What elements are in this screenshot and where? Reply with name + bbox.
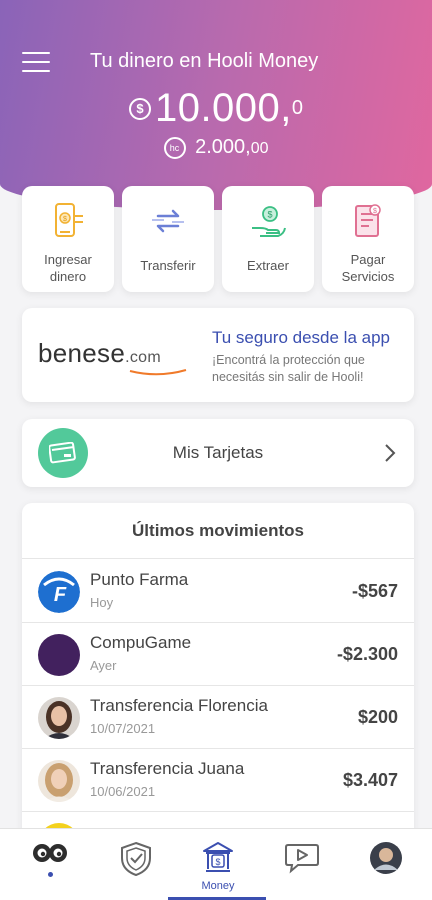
nav-video[interactable] (272, 829, 332, 900)
movement-row[interactable]: CompuGame Ayer -$2.300 (22, 623, 414, 686)
deposit-label: Ingresar dinero (44, 252, 92, 284)
movement-date: 10/06/2021 (90, 784, 156, 799)
nav-money[interactable]: $ Money (188, 829, 248, 900)
quick-actions: $ Ingresar dinero Transferir $ Extraer $ … (22, 186, 414, 292)
movements-title: Últimos movimientos (22, 503, 414, 559)
transfer-icon (152, 209, 184, 233)
pay-services-label: Pagar Servicios (341, 252, 395, 284)
hooli-coins-display: hc 2.000,00 (0, 136, 432, 159)
movement-row[interactable]: Transferencia Florencia 10/07/2021 $200 (22, 686, 414, 749)
withdraw-label: Extraer (247, 258, 289, 273)
balance-display: $10.000,0 (0, 86, 432, 131)
nav-profile[interactable] (356, 829, 416, 900)
movement-amount: $200 (357, 707, 398, 727)
recent-movements-panel: Últimos movimientos F Punto Farma Hoy -$… (22, 503, 414, 843)
movement-date: Ayer (90, 658, 117, 673)
hc-amount: 2.000, (195, 136, 251, 158)
deposit-money-button[interactable]: $ Ingresar dinero (22, 186, 114, 292)
movement-date: Hoy (90, 595, 114, 610)
chevron-right-icon (385, 444, 396, 462)
movement-name: Punto Farma (90, 570, 189, 589)
hamburger-menu-icon[interactable] (22, 52, 50, 74)
logo-swoosh-icon (129, 369, 187, 376)
movement-name: CompuGame (90, 633, 192, 652)
transfer-label: Transferir (140, 258, 196, 273)
promo-description: ¡Encontrá la protección que necesitás si… (212, 353, 365, 384)
juana-avatar (38, 760, 80, 802)
compugame-avatar (38, 634, 80, 676)
benese-logo: benese.com (38, 338, 161, 368)
hc-coin-icon: hc (163, 136, 186, 159)
nav-insurance[interactable] (106, 829, 166, 900)
bank-icon: $ (203, 842, 233, 872)
pay-services-button[interactable]: $ Pagar Servicios (322, 186, 414, 292)
movement-amount: $3.407 (342, 770, 398, 790)
svg-text:F: F (54, 584, 67, 606)
movement-name: Transferencia Florencia (90, 696, 268, 715)
nav-money-label: Money (201, 880, 235, 892)
deposit-icon: $ (55, 203, 83, 237)
balance-decimals: 0 (291, 97, 304, 119)
bottom-navigation: $ Money (0, 828, 432, 900)
peso-coin-icon: $ (128, 97, 151, 120)
header-banner: Tu dinero en Hooli Money $10.000,0 hc 2.… (0, 0, 432, 210)
benese-insurance-banner[interactable]: benese.com Tu seguro desde la app ¡Encon… (22, 308, 414, 402)
nav-home[interactable] (20, 829, 80, 900)
movement-name: Transferencia Juana (90, 759, 245, 778)
svg-text:$: $ (63, 216, 67, 223)
movement-row[interactable]: F Punto Farma Hoy -$567 (22, 560, 414, 623)
svg-text:$: $ (267, 210, 272, 220)
florencia-avatar (38, 697, 80, 739)
transfer-button[interactable]: Transferir (122, 186, 214, 292)
svg-text:$: $ (373, 208, 377, 215)
hc-decimals: 00 (250, 140, 269, 157)
my-cards-label: Mis Tarjetas (172, 443, 264, 462)
promo-title: Tu seguro desde la app (212, 328, 390, 347)
profile-avatar (370, 842, 402, 874)
movement-amount: -$2.300 (336, 644, 398, 664)
my-cards-button[interactable]: Mis Tarjetas (22, 419, 414, 487)
bill-icon: $ (355, 204, 381, 237)
movement-row[interactable]: Transferencia Juana 10/06/2021 $3.407 (22, 749, 414, 812)
movement-date: 10/07/2021 (90, 721, 156, 736)
hooli-eyes-icon (33, 844, 67, 862)
shield-icon (121, 841, 151, 877)
movement-amount: -$567 (351, 581, 398, 601)
balance-amount: 10.000, (154, 86, 292, 130)
withdraw-button[interactable]: $ Extraer (222, 186, 314, 292)
video-chat-icon (285, 844, 319, 874)
svg-text:$: $ (215, 857, 220, 867)
punto-farma-avatar: F (38, 571, 80, 613)
page-title: Tu dinero en Hooli Money (90, 50, 319, 72)
active-dot (47, 872, 53, 877)
withdraw-icon: $ (252, 206, 286, 237)
